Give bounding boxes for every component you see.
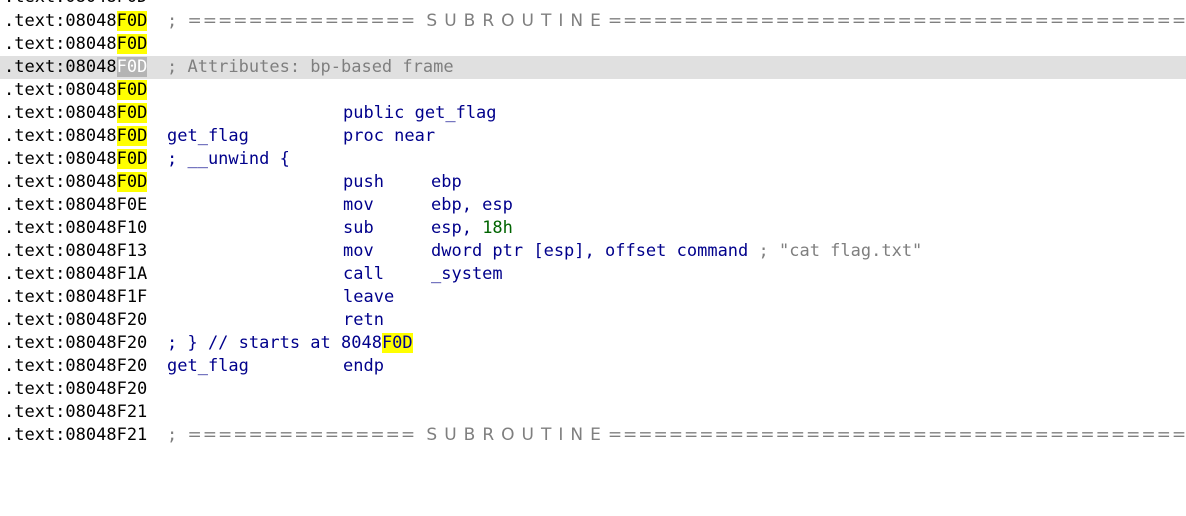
listing-line[interactable]: .text:08048F0D public get_flag [0,102,1186,125]
disassembly-listing[interactable]: .text:08048F0D .text:08048F0D ; ========… [0,0,1186,451]
address: .text:08048F0D [4,149,148,169]
listing-line[interactable]: .text:08048F20 ; } // starts at 8048F0D [0,332,1186,355]
string-comment: ; "cat flag.txt" [758,241,923,261]
address: .text:08048F13 [4,241,148,261]
address: .text:08048F20 [4,310,148,330]
address-highlight: F0D [116,126,148,146]
listing-line[interactable]: .text:08048F0D [0,79,1186,102]
listing-line[interactable]: .text:08048F0D [0,0,1186,9]
mnemonic: sub [343,218,374,238]
listing-line[interactable]: .text:08048F0D [0,33,1186,56]
address: .text:08048F21 [4,402,148,422]
mnemonic: push [343,172,384,192]
mnemonic: leave [343,287,395,307]
end-comment: ; } // starts at 8048F0D [167,333,413,353]
address: .text:08048F0D [4,11,148,31]
immediate-value: 18h [482,218,513,238]
address-highlight: F0D [116,172,148,192]
address: .text:08048F20 [4,356,148,376]
address: .text:08048F0D [4,80,148,100]
address-highlight: F0D [381,333,413,353]
operand[interactable]: ebp [431,171,462,194]
endp-label[interactable]: get_flag [167,355,249,378]
subroutine-banner: ; =============== SUBROUTINE============… [167,425,1186,445]
listing-line[interactable]: .text:08048F1F leave [0,286,1186,309]
listing-line[interactable]: .text:08048F20 get_flag endp [0,355,1186,378]
endp-directive: endp [343,356,384,376]
address: .text:08048F0D [4,34,148,54]
mnemonic: retn [343,310,384,330]
proc-label[interactable]: get_flag [167,125,249,148]
public-directive[interactable]: public get_flag [343,102,497,125]
address: .text:08048F20 [4,333,148,353]
address-highlight: F0D [116,57,148,77]
unwind-comment: ; __unwind { [167,149,290,169]
listing-line[interactable]: .text:08048F0D get_flag proc near [0,125,1186,148]
address-highlight: F0D [116,11,148,31]
listing-line[interactable]: .text:08048F0D ; __unwind { [0,148,1186,171]
attributes-comment: ; Attributes: bp-based frame [167,57,454,77]
listing-line[interactable]: .text:08048F20 retn [0,309,1186,332]
listing-line[interactable]: .text:08048F21 ; =============== SUBROUT… [0,424,1186,447]
mnemonic: mov [343,241,374,261]
listing-line[interactable]: .text:08048F13 mov dword ptr [esp], offs… [0,240,1186,263]
address: .text:08048F1A [4,264,148,284]
operand[interactable]: esp, 18h [431,217,513,240]
listing-line[interactable]: .text:08048F21 [0,401,1186,424]
listing-line[interactable]: .text:08048F0D ; =============== SUBROUT… [0,10,1186,33]
address: .text:08048F10 [4,218,148,238]
address: .text:08048F0D [4,0,147,9]
address: .text:08048F0D [4,103,148,123]
address: .text:08048F20 [4,379,148,399]
operand[interactable]: ebp, esp [431,194,513,217]
listing-line[interactable]: .text:08048F0E mov ebp, esp [0,194,1186,217]
proc-directive: proc near [343,126,436,146]
call-target[interactable]: _system [431,263,503,286]
address: .text:08048F0D [4,126,148,146]
listing-line[interactable]: .text:08048F0D push ebp [0,171,1186,194]
address-highlight: F0D [116,149,148,169]
mnemonic: call [343,264,384,284]
mnemonic: mov [343,195,374,215]
address: .text:08048F1F [4,287,148,307]
address-highlight: F0D [116,103,148,123]
listing-line[interactable]: .text:08048F20 [0,378,1186,401]
address-highlight: F0D [116,34,148,54]
listing-line[interactable]: .text:08048F10 sub esp, 18h [0,217,1186,240]
address: .text:08048F21 [4,425,148,445]
address: .text:08048F0D [4,57,148,77]
address: .text:08048F0D [4,172,148,192]
address-highlight: F0D [116,80,148,100]
operand[interactable]: dword ptr [esp], offset command ; "cat f… [431,240,922,263]
subroutine-banner: ; =============== SUBROUTINE============… [167,11,1186,31]
listing-line-selected[interactable]: .text:08048F0D ; Attributes: bp-based fr… [0,56,1186,79]
listing-line[interactable]: .text:08048F1A call _system [0,263,1186,286]
address: .text:08048F0E [4,195,148,215]
